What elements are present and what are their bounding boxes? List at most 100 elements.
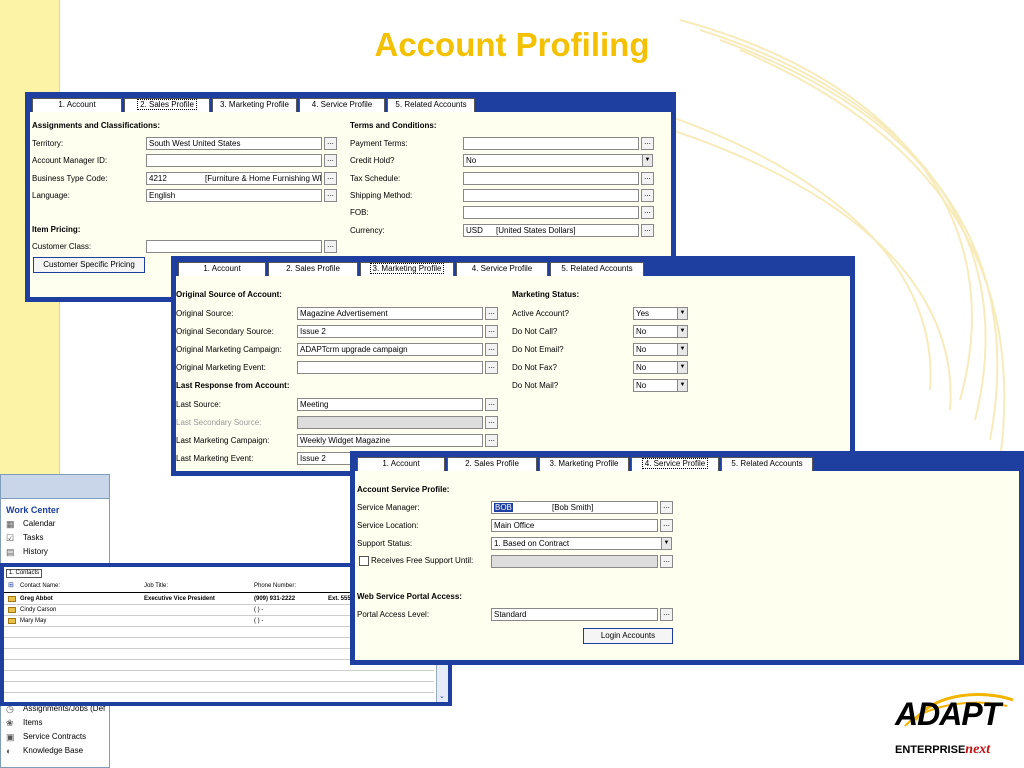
last-response-heading: Last Response from Account: [176, 381, 290, 390]
territory-field[interactable]: South West United States [146, 137, 322, 150]
original-source-lookup-button[interactable]: ... [485, 307, 498, 320]
do-not-email-label: Do Not Email? [512, 345, 564, 354]
payment-terms-field[interactable] [463, 137, 639, 150]
tab-related-accounts[interactable]: 5. Related Accounts [550, 262, 644, 276]
marketing-status-heading: Marketing Status: [512, 290, 580, 299]
territory-lookup-button[interactable]: ... [324, 137, 337, 150]
service-manager-lookup-button[interactable]: ... [660, 501, 673, 514]
tab-service-profile[interactable]: 4. Service Profile [299, 98, 385, 112]
shipping-method-field[interactable] [463, 189, 639, 202]
account-manager-field[interactable] [146, 154, 322, 167]
do-not-fax-label: Do Not Fax? [512, 363, 557, 372]
customer-class-lookup-button[interactable]: ... [324, 240, 337, 253]
tab-account[interactable]: 1. Account [178, 262, 266, 276]
original-secondary-source-label: Original Secondary Source: [176, 327, 274, 336]
work-center-item-knowledge-base[interactable]: Knowledge Base [23, 746, 83, 755]
business-type-code: 4212 [149, 174, 167, 183]
tab-related-accounts[interactable]: 5. Related Accounts [721, 457, 813, 471]
tab-marketing-profile[interactable]: 3. Marketing Profile [360, 262, 454, 276]
original-event-lookup-button[interactable]: ... [485, 361, 498, 374]
support-status-select[interactable]: 1. Based on Contract ▼ [491, 537, 672, 550]
free-support-date-field [491, 555, 658, 568]
do-not-fax-select[interactable]: No ▼ [633, 361, 688, 374]
tab-sales-profile[interactable]: 2. Sales Profile [447, 457, 537, 471]
add-contact-icon[interactable]: ⊞ [8, 581, 14, 589]
work-center-item-items[interactable]: Items [23, 718, 43, 727]
do-not-mail-select[interactable]: No ▼ [633, 379, 688, 392]
portal-access-field[interactable]: Standard [491, 608, 658, 621]
credit-hold-value: No [466, 156, 477, 165]
tab-marketing-profile-label: 3. Marketing Profile [369, 263, 445, 274]
tab-marketing-profile[interactable]: 3. Marketing Profile [539, 457, 629, 471]
tab-related-accounts[interactable]: 5. Related Accounts [387, 98, 475, 112]
tab-account[interactable]: 1. Account [32, 98, 122, 112]
last-campaign-lookup-button[interactable]: ... [485, 434, 498, 447]
work-center-item-calendar[interactable]: Calendar [23, 519, 55, 528]
original-source-field[interactable]: Magazine Advertisement [297, 307, 483, 320]
work-center-item-service-contracts[interactable]: Service Contracts [23, 732, 86, 741]
work-center-item-tasks[interactable]: Tasks [23, 533, 43, 542]
customer-specific-pricing-button[interactable]: Customer Specific Pricing [33, 257, 145, 273]
tab-marketing-profile[interactable]: 3. Marketing Profile [212, 98, 297, 112]
account-manager-lookup-button[interactable]: ... [324, 154, 337, 167]
payment-terms-lookup-button[interactable]: ... [641, 137, 654, 150]
language-lookup-button[interactable]: ... [324, 189, 337, 202]
original-event-label: Original Marketing Event: [176, 363, 266, 372]
customer-class-label: Customer Class: [32, 242, 92, 251]
business-type-label: Business Type Code: [32, 174, 108, 183]
logo-wordmark: ADAPT [895, 696, 1001, 732]
contact-ext: Ext. 555 [328, 596, 351, 602]
chevron-down-icon: ▼ [642, 155, 652, 166]
tab-account[interactable]: 1. Account [357, 457, 445, 471]
knowledge-base-icon: ◐ [6, 746, 12, 756]
logo-subtitle: ENTERPRISEnext [895, 742, 990, 758]
do-not-email-select[interactable]: No ▼ [633, 343, 688, 356]
business-type-field[interactable]: 4212 [Furniture & Home Furnishing Wh [146, 172, 322, 185]
credit-hold-select[interactable]: No ▼ [463, 154, 653, 167]
tab-sales-profile[interactable]: 2. Sales Profile [124, 98, 210, 112]
original-event-field[interactable] [297, 361, 483, 374]
last-campaign-field[interactable]: Weekly Widget Magazine [297, 434, 483, 447]
original-campaign-lookup-button[interactable]: ... [485, 343, 498, 356]
service-location-field[interactable]: Main Office [491, 519, 658, 532]
last-source-field[interactable]: Meeting [297, 398, 483, 411]
active-account-value: Yes [636, 309, 650, 318]
portal-access-lookup-button[interactable]: ... [660, 608, 673, 621]
service-manager-code: BOB [494, 503, 513, 512]
fob-lookup-button[interactable]: ... [641, 206, 654, 219]
login-accounts-button[interactable]: Login Accounts [583, 628, 673, 644]
tab-service-profile[interactable]: 4. Service Profile [456, 262, 548, 276]
original-secondary-source-lookup-button[interactable]: ... [485, 325, 498, 338]
do-not-fax-value: No [636, 363, 647, 372]
tab-contacts[interactable]: 1. Contacts [6, 569, 42, 578]
original-campaign-field[interactable]: ADAPTcrm upgrade campaign [297, 343, 483, 356]
chevron-down-icon: ▼ [677, 326, 687, 337]
shipping-method-lookup-button[interactable]: ... [641, 189, 654, 202]
service-location-lookup-button[interactable]: ... [660, 519, 673, 532]
tab-service-profile-label: 4. Service Profile [641, 458, 709, 469]
business-type-lookup-button[interactable]: ... [324, 172, 337, 185]
item-pricing-heading: Item Pricing: [32, 225, 81, 234]
free-support-checkbox[interactable] [359, 556, 369, 566]
active-account-select[interactable]: Yes ▼ [633, 307, 688, 320]
do-not-call-select[interactable]: No ▼ [633, 325, 688, 338]
currency-desc: [United States Dollars] [496, 226, 576, 235]
last-source-lookup-button[interactable]: ... [485, 398, 498, 411]
logo-subtitle-left: ENTERPRISE [895, 744, 966, 756]
scroll-down-icon[interactable]: ⌄ [439, 692, 445, 700]
tax-schedule-field[interactable] [463, 172, 639, 185]
fob-field[interactable] [463, 206, 639, 219]
language-field[interactable]: English [146, 189, 322, 202]
currency-field[interactable]: USD [United States Dollars] [463, 224, 639, 237]
tab-service-profile[interactable]: 4. Service Profile [631, 457, 719, 471]
customer-class-field[interactable] [146, 240, 322, 253]
work-center-item-history[interactable]: History [23, 547, 48, 556]
currency-lookup-button[interactable]: ... [641, 224, 654, 237]
header-phone-number: Phone Number: [254, 583, 297, 589]
do-not-call-value: No [636, 327, 647, 336]
original-secondary-source-field[interactable]: Issue 2 [297, 325, 483, 338]
original-source-heading: Original Source of Account: [176, 290, 282, 299]
tax-schedule-lookup-button[interactable]: ... [641, 172, 654, 185]
tab-sales-profile[interactable]: 2. Sales Profile [268, 262, 358, 276]
service-manager-field[interactable]: BOB [Bob Smith] [491, 501, 658, 514]
